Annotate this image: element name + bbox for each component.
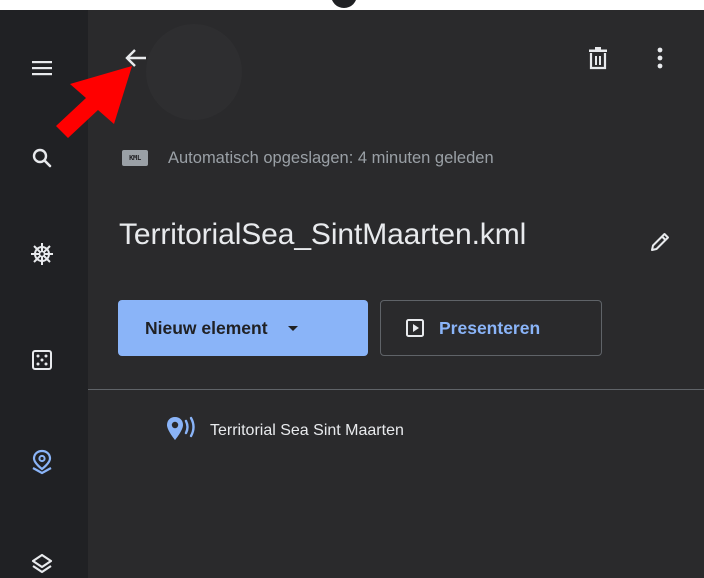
- present-label: Presenteren: [439, 317, 541, 338]
- rename-button[interactable]: [640, 222, 680, 262]
- ship-wheel-icon[interactable]: [22, 234, 62, 274]
- top-strip: [0, 0, 704, 10]
- delete-button[interactable]: [580, 38, 616, 78]
- feature-name: Territorial Sea Sint Maarten: [210, 422, 404, 439]
- more-options-button[interactable]: [648, 38, 672, 78]
- autosave-text: Automatisch opgeslagen: 4 minuten gelede…: [168, 148, 494, 167]
- trash-icon: [589, 47, 607, 70]
- project-title: TerritorialSea_SintMaarten.kml: [119, 218, 527, 251]
- caret-down-icon: [287, 325, 298, 331]
- layers-icon[interactable]: [22, 544, 62, 578]
- new-element-label: Nieuw element: [145, 317, 268, 338]
- red-pointer-arrow: [56, 66, 132, 138]
- feature-item[interactable]: Territorial Sea Sint Maarten: [164, 414, 404, 448]
- autosave-status: KML Automatisch opgeslagen: 4 minuten ge…: [122, 146, 494, 170]
- map-pin-stack-icon[interactable]: [22, 442, 62, 482]
- more-vertical-icon: [657, 47, 663, 69]
- app-logo-icon: [331, 0, 357, 8]
- pencil-icon: [651, 233, 669, 251]
- map-pin-broadcast-icon: [167, 416, 195, 440]
- new-element-button[interactable]: Nieuw element: [118, 300, 368, 356]
- search-icon[interactable]: [22, 138, 62, 178]
- divider: [88, 389, 704, 390]
- play-presentation-icon: [406, 319, 424, 337]
- dice-icon[interactable]: [22, 340, 62, 380]
- button-ripple: [146, 24, 242, 120]
- kml-file-icon: KML: [122, 150, 148, 166]
- present-button[interactable]: Presenteren: [380, 300, 602, 356]
